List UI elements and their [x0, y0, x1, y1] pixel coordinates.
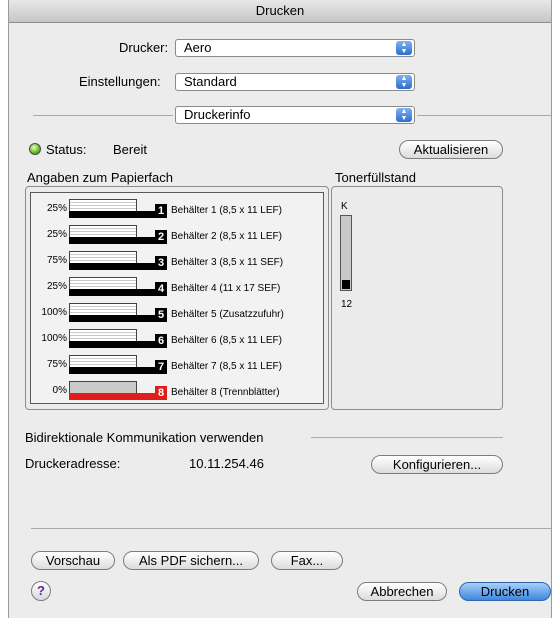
tray-number: 6 — [155, 334, 167, 348]
tray-name: Behälter 6 (8,5 x 11 LEF) — [171, 335, 282, 346]
tray-row: 25% 1 Behälter 1 (8,5 x 11 LEF) — [31, 197, 331, 221]
popup-arrows-icon: ▲ ▼ — [396, 75, 412, 89]
separator — [31, 528, 551, 529]
tray-percent: 25% — [46, 203, 67, 214]
preview-button[interactable]: Vorschau — [31, 551, 115, 570]
panel-value: Druckerinfo — [184, 107, 251, 122]
tray-name: Behälter 5 (Zusatzzufuhr) — [171, 309, 284, 320]
tray-base — [69, 367, 165, 374]
tray-percent: 75% — [46, 359, 67, 370]
printer-select[interactable]: Aero ▲ ▼ — [175, 39, 415, 57]
popup-arrows-icon: ▲ ▼ — [396, 108, 412, 122]
window-title: Drucken — [9, 0, 551, 23]
tray-base — [69, 393, 165, 400]
tray-name: Behälter 2 (8,5 x 11 LEF) — [171, 231, 282, 242]
tray-name: Behälter 7 (8,5 x 11 LEF) — [171, 361, 282, 372]
toner-group: K 12 — [331, 186, 503, 410]
presets-label: Einstellungen: — [79, 74, 161, 89]
tray-row: 75% 3 Behälter 3 (8,5 x 11 SEF) — [31, 249, 331, 273]
printer-value: Aero — [184, 40, 212, 55]
status-label: Status: — [46, 142, 87, 157]
separator — [33, 115, 173, 116]
tray-row: 100% 6 Behälter 6 (8,5 x 11 LEF) — [31, 327, 331, 351]
tray-number: 7 — [155, 360, 167, 374]
separator — [311, 437, 503, 438]
tray-base — [69, 263, 165, 270]
status-led-icon — [29, 143, 41, 155]
tray-percent: 25% — [46, 229, 67, 240]
help-icon[interactable]: ? — [31, 581, 51, 601]
printer-label: Drucker: — [119, 40, 169, 55]
tray-name: Behälter 3 (8,5 x 11 SEF) — [171, 257, 284, 268]
toner-level-fill — [342, 280, 350, 289]
tray-number: 4 — [155, 282, 167, 296]
tray-row: 25% 2 Behälter 2 (8,5 x 11 LEF) — [31, 223, 331, 247]
tray-percent: 100% — [41, 333, 67, 344]
tray-number: 2 — [155, 230, 167, 244]
address-value: 10.11.254.46 — [189, 456, 264, 471]
tray-row: 75% 7 Behälter 7 (8,5 x 11 LEF) — [31, 353, 331, 377]
tray-percent: 75% — [46, 255, 67, 266]
tray-name: Behälter 1 (8,5 x 11 LEF) — [171, 205, 282, 216]
tray-row: 0% 8 Behälter 8 (Trennblätter) — [31, 379, 331, 403]
tray-number: 5 — [155, 308, 167, 322]
popup-arrows-icon: ▲ ▼ — [396, 41, 412, 55]
cancel-button[interactable]: Abbrechen — [357, 582, 447, 601]
tray-base — [69, 341, 165, 348]
tray-number: 1 — [155, 204, 167, 218]
tray-row: 25% 4 Behälter 4 (11 x 17 SEF) — [31, 275, 331, 299]
status-value: Bereit — [113, 142, 147, 157]
tray-row: 100% 5 Behälter 5 (Zusatzzufuhr) — [31, 301, 331, 325]
tray-percent: 25% — [46, 281, 67, 292]
fax-button[interactable]: Fax... — [271, 551, 343, 570]
toner-color-label: K — [341, 201, 348, 212]
print-dialog: Drucken Drucker: Aero ▲ ▼ Einstellungen: … — [8, 0, 552, 618]
save-pdf-button[interactable]: Als PDF sichern... — [123, 551, 259, 570]
tray-percent: 100% — [41, 307, 67, 318]
separator — [417, 115, 551, 116]
panel-select[interactable]: Druckerinfo ▲ ▼ — [175, 106, 415, 124]
tray-base — [69, 211, 165, 218]
print-button[interactable]: Drucken — [459, 582, 551, 601]
presets-select[interactable]: Standard ▲ ▼ — [175, 73, 415, 91]
toner-section-title: Tonerfüllstand — [335, 170, 416, 185]
paper-section-title: Angaben zum Papierfach — [27, 170, 173, 185]
tray-list: 25% 1 Behälter 1 (8,5 x 11 LEF) 25% 2 Behälte… — [30, 192, 324, 404]
tray-number: 3 — [155, 256, 167, 270]
tray-base — [69, 315, 165, 322]
address-label: Druckeradresse: — [25, 456, 121, 471]
toner-level-text: 12 — [341, 299, 353, 310]
bidi-label: Bidirektionale Kommunikation verwenden — [25, 430, 264, 445]
refresh-button[interactable]: Aktualisieren — [399, 140, 503, 159]
tray-percent: 0% — [52, 385, 67, 396]
presets-value: Standard — [184, 74, 237, 89]
toner-level-bar — [340, 215, 352, 291]
tray-base — [69, 289, 165, 296]
tray-number: 8 — [155, 386, 167, 400]
paper-group: 25% 1 Behälter 1 (8,5 x 11 LEF) 25% 2 Behälte… — [25, 186, 329, 410]
tray-base — [69, 237, 165, 244]
tray-name: Behälter 8 (Trennblätter) — [171, 387, 280, 398]
tray-name: Behälter 4 (11 x 17 SEF) — [171, 283, 281, 294]
configure-button[interactable]: Konfigurieren... — [371, 455, 503, 474]
